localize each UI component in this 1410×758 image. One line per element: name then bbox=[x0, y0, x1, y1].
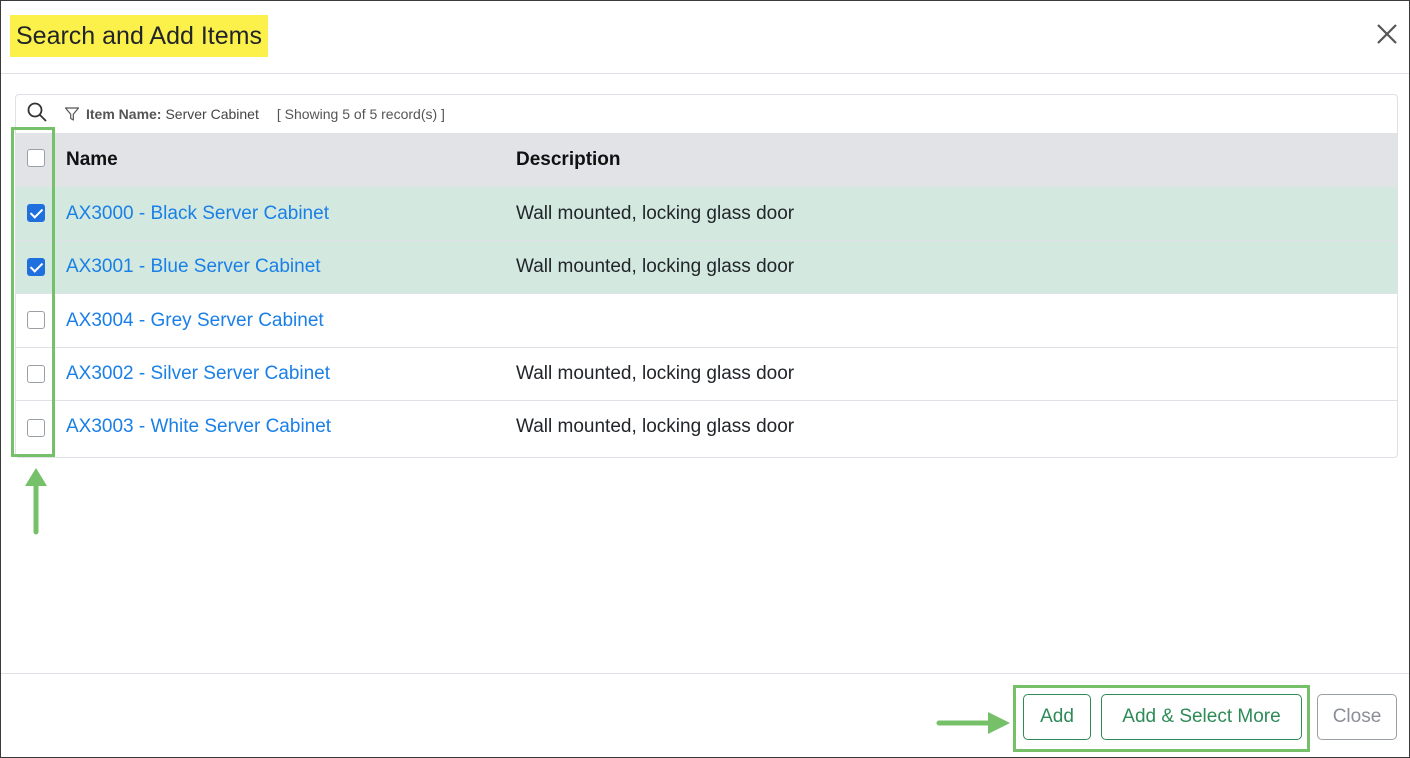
item-description: Wall mounted, locking glass door bbox=[516, 202, 795, 224]
search-button[interactable] bbox=[16, 95, 58, 133]
filter-icon bbox=[64, 106, 80, 122]
column-header-name[interactable]: Name bbox=[66, 133, 118, 187]
record-count: [ Showing 5 of 5 record(s) ] bbox=[276, 106, 445, 122]
arrow-right-annotation bbox=[936, 710, 1012, 741]
add-button[interactable]: Add bbox=[1023, 694, 1091, 740]
items-grid: Item Name: Server Cabinet [ Showing 5 of… bbox=[15, 94, 1398, 458]
close-icon[interactable] bbox=[1373, 20, 1401, 48]
item-description: Wall mounted, locking glass door bbox=[516, 416, 795, 437]
row-checkbox[interactable] bbox=[27, 258, 45, 276]
item-name-link[interactable]: AX3002 - Silver Server Cabinet bbox=[66, 348, 330, 400]
search-add-items-dialog: Search and Add Items Item Name: Server C… bbox=[0, 0, 1410, 758]
select-all-checkbox[interactable] bbox=[27, 149, 45, 167]
item-description: Wall mounted, locking glass door bbox=[516, 256, 795, 277]
item-description: Wall mounted, locking glass door bbox=[516, 363, 795, 384]
search-icon bbox=[26, 101, 48, 128]
column-header-description[interactable]: Description bbox=[516, 133, 621, 187]
item-name-link[interactable]: AX3004 - Grey Server Cabinet bbox=[66, 294, 324, 347]
row-checkbox[interactable] bbox=[27, 204, 45, 222]
grid-toolbar: Item Name: Server Cabinet [ Showing 5 of… bbox=[16, 95, 1397, 133]
close-button[interactable]: Close bbox=[1317, 694, 1397, 740]
dialog-title: Search and Add Items bbox=[10, 15, 268, 57]
table-row[interactable]: AX3002 - Silver Server Cabinet Wall moun… bbox=[16, 348, 1397, 401]
add-select-more-button[interactable]: Add & Select More bbox=[1101, 694, 1302, 740]
item-name-link[interactable]: AX3003 - White Server Cabinet bbox=[66, 401, 331, 453]
table-header: Name Description bbox=[16, 133, 1397, 187]
row-checkbox[interactable] bbox=[27, 419, 45, 437]
filter-label: Item Name: bbox=[86, 106, 162, 122]
table-row[interactable]: AX3001 - Blue Server Cabinet Wall mounte… bbox=[16, 241, 1397, 294]
filter-value: Server Cabinet bbox=[165, 106, 259, 122]
arrow-up-annotation bbox=[24, 466, 48, 541]
table-row[interactable]: AX3000 - Black Server Cabinet Wall mount… bbox=[16, 187, 1397, 241]
row-checkbox[interactable] bbox=[27, 311, 45, 329]
item-name-link[interactable]: AX3001 - Blue Server Cabinet bbox=[66, 241, 321, 293]
item-name-link[interactable]: AX3000 - Black Server Cabinet bbox=[66, 187, 329, 240]
table-row[interactable]: AX3004 - Grey Server Cabinet bbox=[16, 294, 1397, 348]
active-filter[interactable]: Item Name: Server Cabinet [ Showing 5 of… bbox=[64, 95, 445, 133]
dialog-header: Search and Add Items bbox=[1, 1, 1409, 74]
table-row[interactable]: AX3003 - White Server Cabinet Wall mount… bbox=[16, 401, 1397, 457]
row-checkbox[interactable] bbox=[27, 365, 45, 383]
